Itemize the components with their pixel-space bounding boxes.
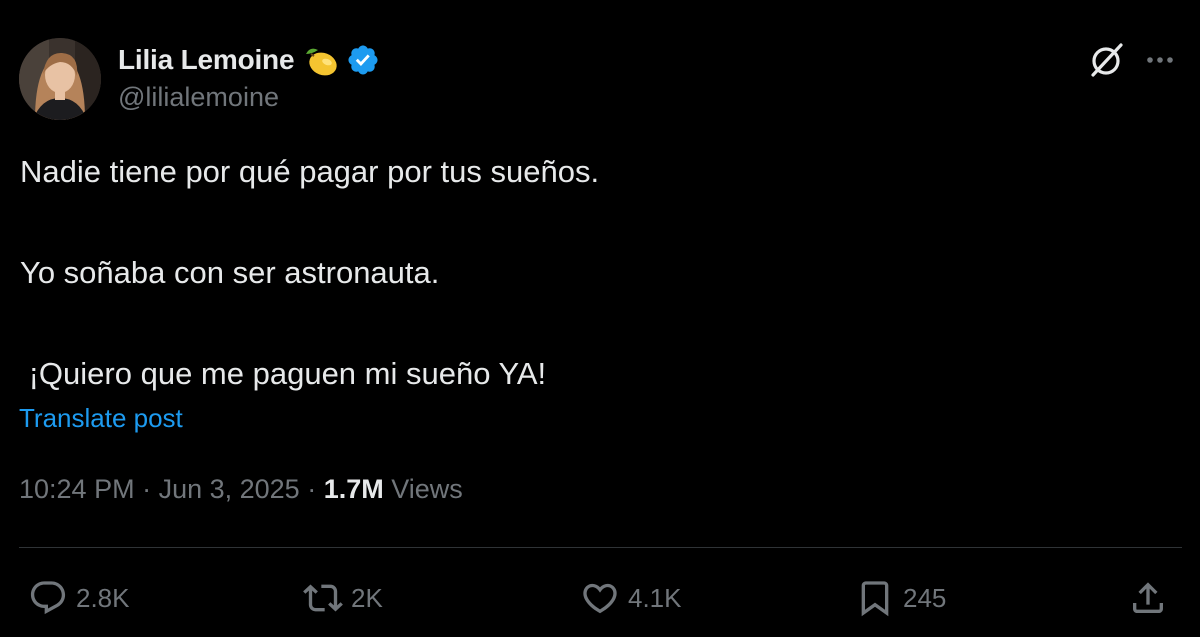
share-icon: [1133, 582, 1163, 613]
bookmark-button[interactable]: 245: [855, 576, 946, 620]
author-display-name[interactable]: Lilia Lemoine: [118, 44, 295, 76]
reply-button[interactable]: 2.8K: [28, 576, 130, 620]
views-label: Views: [391, 474, 463, 504]
divider: [19, 547, 1182, 548]
post-text: Nadie tiene por qué pagar por tus sueños…: [20, 152, 599, 394]
bookmark-count: 245: [903, 582, 947, 613]
reply-icon: [30, 581, 66, 615]
verified-badge-icon[interactable]: [346, 43, 380, 77]
avatar-photo: [19, 38, 101, 120]
meta-separator: ·: [299, 474, 324, 504]
meta-separator: ·: [134, 474, 159, 504]
heart-icon: [583, 583, 617, 614]
like-count: 4.1K: [628, 582, 682, 613]
author-name-row: Lilia Lemoine: [118, 40, 380, 80]
repost-count: 2K: [351, 582, 383, 613]
grok-icon[interactable]: [1087, 40, 1127, 80]
post-text-line: Nadie tiene por qué pagar por tus sueños…: [20, 154, 600, 189]
more-icon[interactable]: [1140, 42, 1180, 78]
author-handle[interactable]: @lilialemoine: [118, 82, 279, 113]
bookmark-icon: [861, 581, 889, 617]
reply-count: 2.8K: [76, 582, 130, 613]
views-spacer: [384, 474, 392, 505]
like-button[interactable]: 4.1K: [580, 576, 682, 620]
repost-button[interactable]: 2K: [303, 576, 383, 620]
post-text-line: Yo soñaba con ser astronauta.: [20, 255, 440, 290]
translate-post-link[interactable]: Translate post: [19, 403, 183, 434]
post-meta: 10:24 PM · Jun 3, 2025 · 1.7M Views: [19, 474, 463, 505]
views-count: 1.7M: [323, 474, 384, 504]
post-text-line: ¡Quiero que me paguen mi sueño YA!: [20, 356, 547, 391]
post-time[interactable]: 10:24 PM: [19, 474, 135, 505]
repost-icon: [303, 584, 343, 612]
post-date[interactable]: Jun 3, 2025: [159, 474, 300, 505]
avatar[interactable]: [19, 38, 101, 120]
share-button[interactable]: [1128, 576, 1168, 620]
lemon-icon: [306, 48, 338, 76]
